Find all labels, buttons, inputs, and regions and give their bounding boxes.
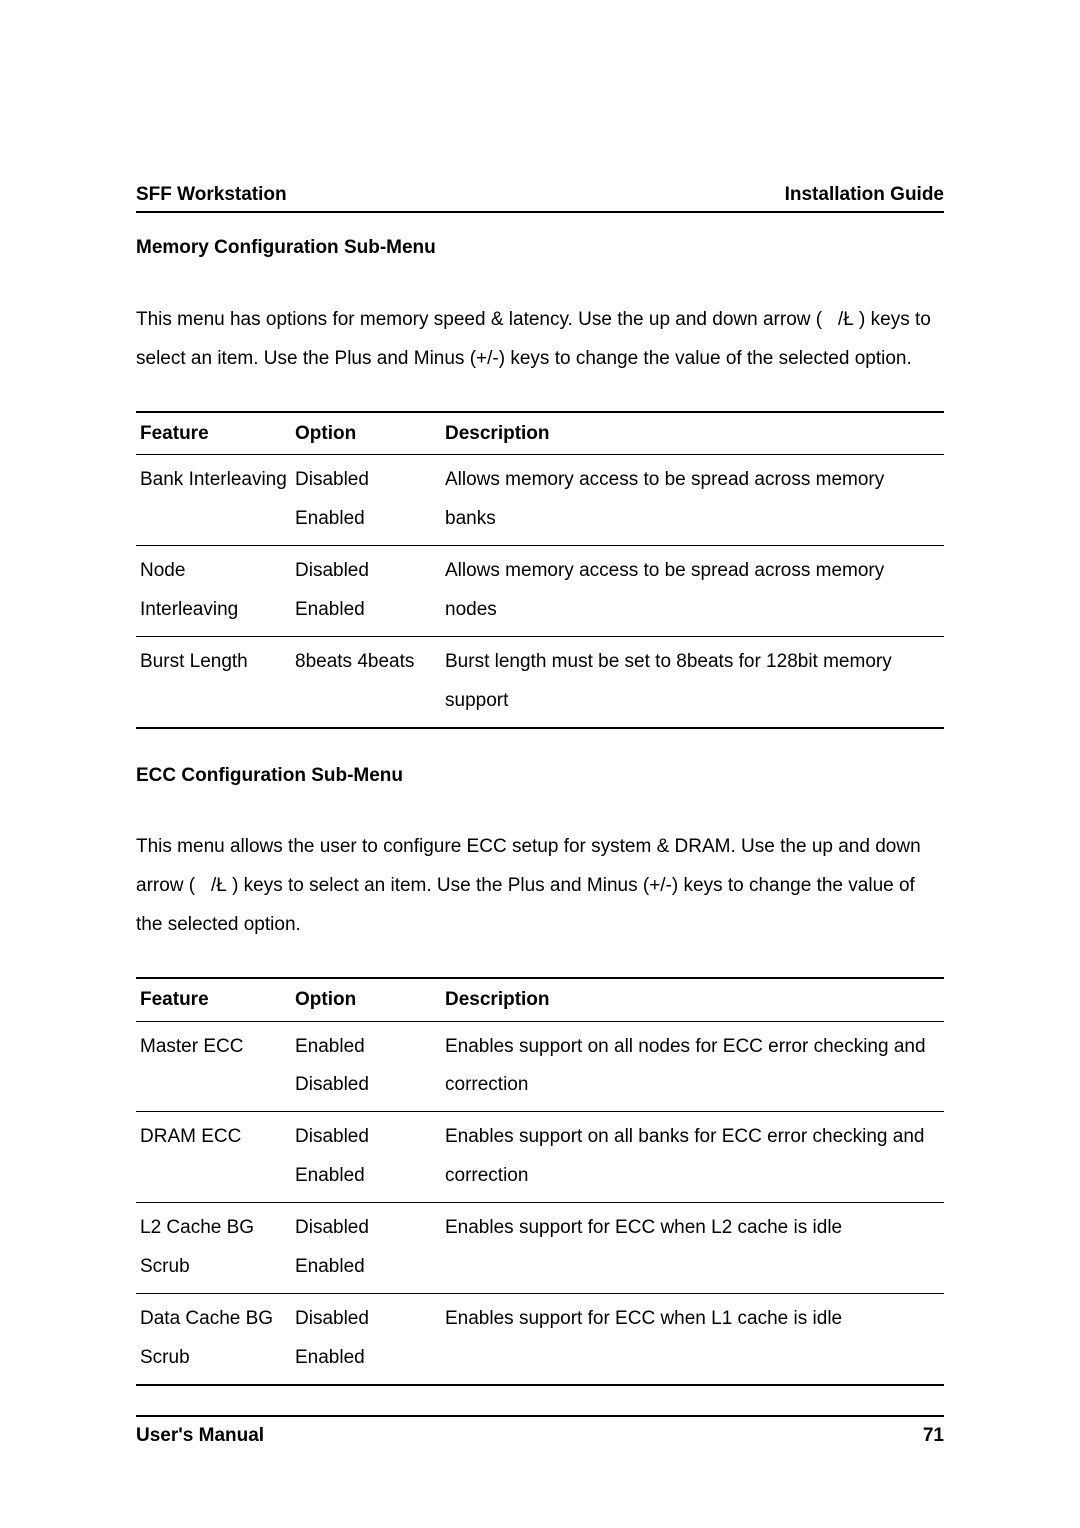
section-title-memory: Memory Configuration Sub-Menu [136,233,944,262]
cell-option: 8beats 4beats [291,636,441,727]
cell-feature: Bank Interleaving [136,455,291,546]
table-header-row: Feature Option Description [136,412,944,455]
cell-description: Allows memory access to be spread across… [441,546,944,637]
header-left: SFF Workstation [136,180,287,209]
section-para-ecc: This menu allows the user to configure E… [136,828,944,945]
table-memory: Feature Option Description Bank Interlea… [136,411,944,729]
cell-option: Disabled Enabled [291,455,441,546]
cell-description: Burst length must be set to 8beats for 1… [441,636,944,727]
cell-description: Allows memory access to be spread across… [441,455,944,546]
cell-feature: Node Interleaving [136,546,291,637]
table-row: Burst Length 8beats 4beats Burst length … [136,636,944,727]
table-row: Bank Interleaving Disabled Enabled Allow… [136,455,944,546]
cell-feature: Burst Length [136,636,291,727]
th-option: Option [291,978,441,1021]
th-description: Description [441,978,944,1021]
cell-option: Disabled Enabled [291,1203,441,1294]
th-option: Option [291,412,441,455]
section-title-ecc: ECC Configuration Sub-Menu [136,761,944,790]
footer-left: User's Manual [136,1421,264,1450]
table-row: DRAM ECC Disabled Enabled Enables suppor… [136,1112,944,1203]
cell-option: Disabled Enabled [291,1112,441,1203]
cell-option: Disabled Enabled [291,1294,441,1385]
header-right: Installation Guide [785,180,944,209]
cell-option: Enabled Disabled [291,1021,441,1112]
table-row: Data Cache BG Scrub Disabled Enabled Ena… [136,1294,944,1385]
cell-description: Enables support on all nodes for ECC err… [441,1021,944,1112]
cell-feature: DRAM ECC [136,1112,291,1203]
page-footer: User's Manual 71 [136,1415,944,1450]
footer-right: 71 [923,1421,944,1450]
page-header: SFF Workstation Installation Guide [136,180,944,213]
cell-feature: L2 Cache BG Scrub [136,1203,291,1294]
th-feature: Feature [136,412,291,455]
th-feature: Feature [136,978,291,1021]
cell-description: Enables support for ECC when L1 cache is… [441,1294,944,1385]
cell-feature: Master ECC [136,1021,291,1112]
cell-option: Disabled Enabled [291,546,441,637]
th-description: Description [441,412,944,455]
cell-description: Enables support on all banks for ECC err… [441,1112,944,1203]
table-header-row: Feature Option Description [136,978,944,1021]
table-row: L2 Cache BG Scrub Disabled Enabled Enabl… [136,1203,944,1294]
table-row: Node Interleaving Disabled Enabled Allow… [136,546,944,637]
table-ecc: Feature Option Description Master ECC En… [136,977,944,1386]
section-para-memory: This menu has options for memory speed &… [136,301,944,379]
cell-feature: Data Cache BG Scrub [136,1294,291,1385]
cell-description: Enables support for ECC when L2 cache is… [441,1203,944,1294]
table-row: Master ECC Enabled Disabled Enables supp… [136,1021,944,1112]
page: SFF Workstation Installation Guide Memor… [0,0,1080,1528]
